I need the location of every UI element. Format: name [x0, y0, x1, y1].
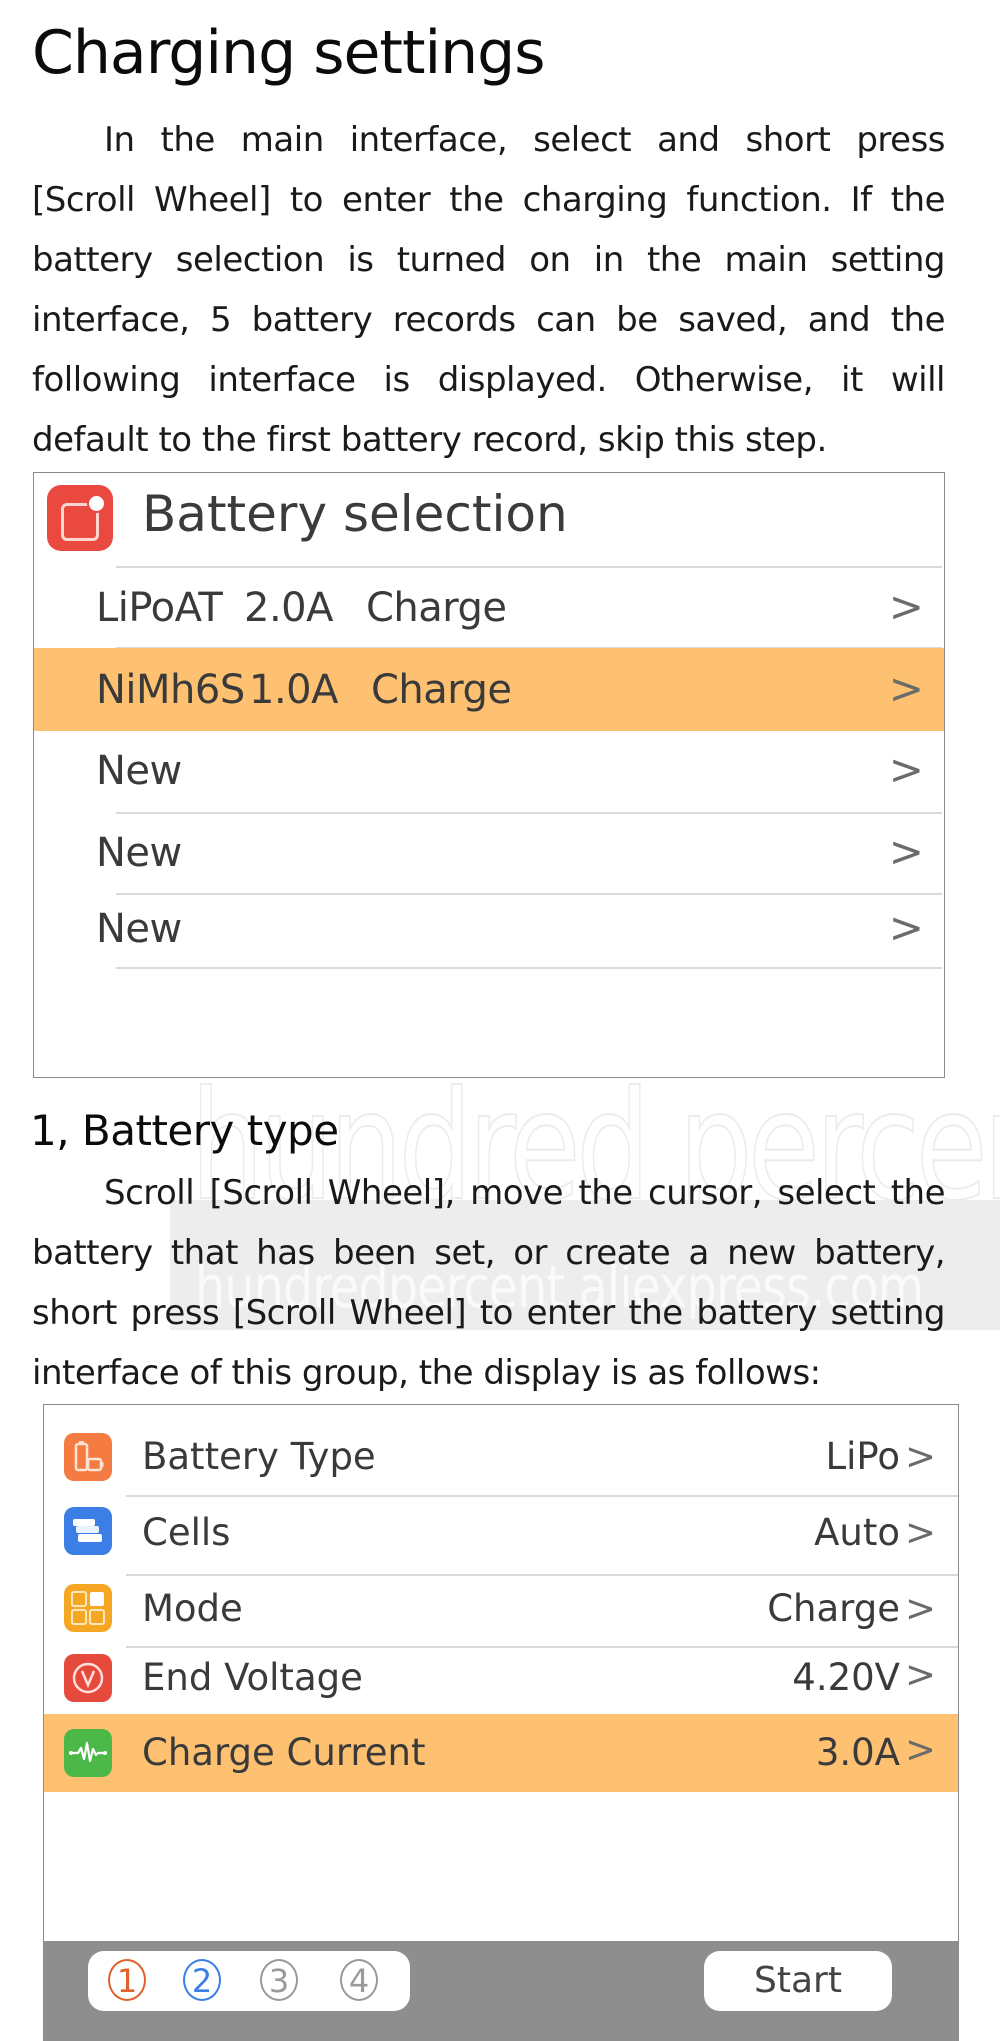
battery-name: New [96, 830, 182, 876]
setting-row-battery-type[interactable]: Battery Type LiPo > [44, 1425, 958, 1489]
setting-label: Battery Type [142, 1435, 376, 1478]
cells-stack-icon [64, 1507, 112, 1555]
battery-record-row[interactable]: LiPoAT 2.0A Charge > [34, 568, 944, 648]
start-button[interactable]: Start [704, 1951, 892, 2011]
page-2-button[interactable]: 2 [183, 1959, 221, 2001]
chevron-right-icon: > [904, 1511, 936, 1554]
setting-value: Auto [814, 1511, 900, 1554]
setting-label: Cells [142, 1511, 231, 1554]
app-badge-icon [47, 485, 113, 551]
chevron-right-icon: > [888, 582, 924, 631]
battery-record-row[interactable]: New > [34, 813, 944, 893]
chevron-right-icon: > [904, 1653, 936, 1696]
battery-mode: Charge [366, 585, 507, 631]
setting-value: 3.0A [815, 1731, 900, 1774]
battery-mode: Charge [371, 667, 512, 713]
voltage-icon [64, 1654, 112, 1702]
setting-row-end-voltage[interactable]: End Voltage 4.20V > [44, 1648, 958, 1714]
battery-name: New [96, 906, 182, 952]
setting-row-charge-current[interactable]: Charge Current 3.0A > [44, 1714, 958, 1792]
battery-selection-title: Battery selection [142, 485, 568, 543]
setting-value: 4.20V [792, 1656, 900, 1699]
page-indicator: 1 2 3 4 [88, 1951, 410, 2011]
chevron-right-icon: > [904, 1587, 936, 1630]
waveform-icon [64, 1729, 112, 1777]
chevron-right-icon: > [904, 1728, 936, 1771]
battery-record-row-selected[interactable]: NiMh6S 1.0A Charge > [34, 648, 944, 731]
battery-current: 1.0A [249, 667, 338, 713]
battery-name: NiMh6S [96, 667, 245, 713]
battery-record-row[interactable]: New > [34, 889, 944, 969]
battery-current: 2.0A [244, 585, 333, 631]
setting-value: Charge [767, 1587, 900, 1630]
page-title: Charging settings [32, 18, 546, 88]
chevron-right-icon: > [888, 827, 924, 876]
setting-label: Charge Current [142, 1731, 426, 1774]
battery-name: New [96, 748, 182, 794]
battery-settings-panel: Battery Type LiPo > Cells Auto > Mode Ch… [43, 1404, 959, 2041]
setting-value: LiPo [825, 1435, 900, 1478]
section-heading: 1, Battery type [30, 1106, 339, 1155]
battery-record-row[interactable]: New > [34, 731, 944, 811]
chevron-right-icon: > [888, 903, 924, 952]
battery-name: LiPoAT [96, 585, 223, 631]
chevron-right-icon: > [904, 1435, 936, 1478]
chevron-right-icon: > [888, 664, 924, 713]
setting-row-mode[interactable]: Mode Charge > [44, 1576, 958, 1646]
page-4-button[interactable]: 4 [340, 1959, 378, 2001]
section-paragraph: Scroll [Scroll Wheel], move the cursor, … [32, 1163, 946, 1403]
setting-label: Mode [142, 1587, 243, 1630]
intro-paragraph: In the main interface, select and short … [32, 110, 946, 470]
bottom-bar: 1 2 3 4 Start [44, 1941, 958, 2041]
mode-grid-icon [64, 1584, 112, 1632]
battery-type-icon [64, 1433, 112, 1481]
setting-label: End Voltage [142, 1656, 363, 1699]
chevron-right-icon: > [888, 745, 924, 794]
section-paragraph-text: Scroll [Scroll Wheel], move the cursor, … [32, 1173, 946, 1393]
page-1-button[interactable]: 1 [108, 1959, 146, 2001]
intro-paragraph-text: In the main interface, select and short … [32, 120, 946, 460]
battery-selection-panel: Battery selection LiPoAT 2.0A Charge > N… [33, 472, 945, 1078]
page-3-button[interactable]: 3 [260, 1959, 298, 2001]
divider [116, 967, 942, 969]
setting-row-cells[interactable]: Cells Auto > [44, 1497, 958, 1573]
